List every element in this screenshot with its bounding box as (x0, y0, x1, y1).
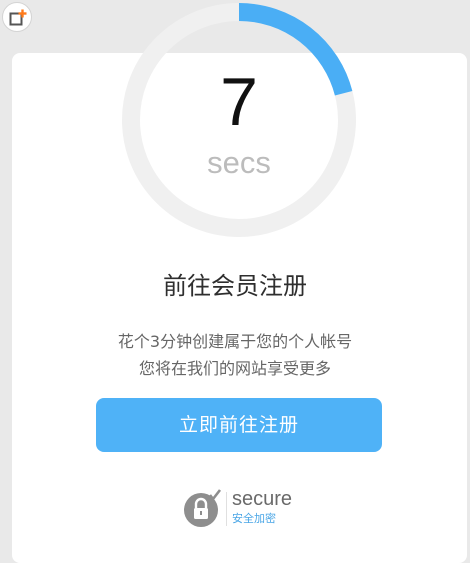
countdown-timer: 7 secs (121, 2, 357, 238)
add-window-icon (9, 9, 27, 26)
register-button[interactable]: 立即前往注册 (96, 398, 382, 452)
page-title: 前往会员注册 (163, 272, 307, 300)
description-line-2: 您将在我们的网站享受更多 (138, 359, 331, 378)
secure-label: secure (232, 488, 293, 510)
description-line-1: 花个3分钟创建属于您的个人帐号 (117, 332, 353, 351)
add-window-button[interactable] (2, 2, 32, 32)
countdown-number: 7 (220, 64, 258, 140)
secure-sublabel: 安全加密 (232, 512, 276, 525)
secure-divider (226, 492, 227, 526)
countdown-unit: secs (207, 145, 271, 180)
lock-check-icon (184, 489, 222, 527)
